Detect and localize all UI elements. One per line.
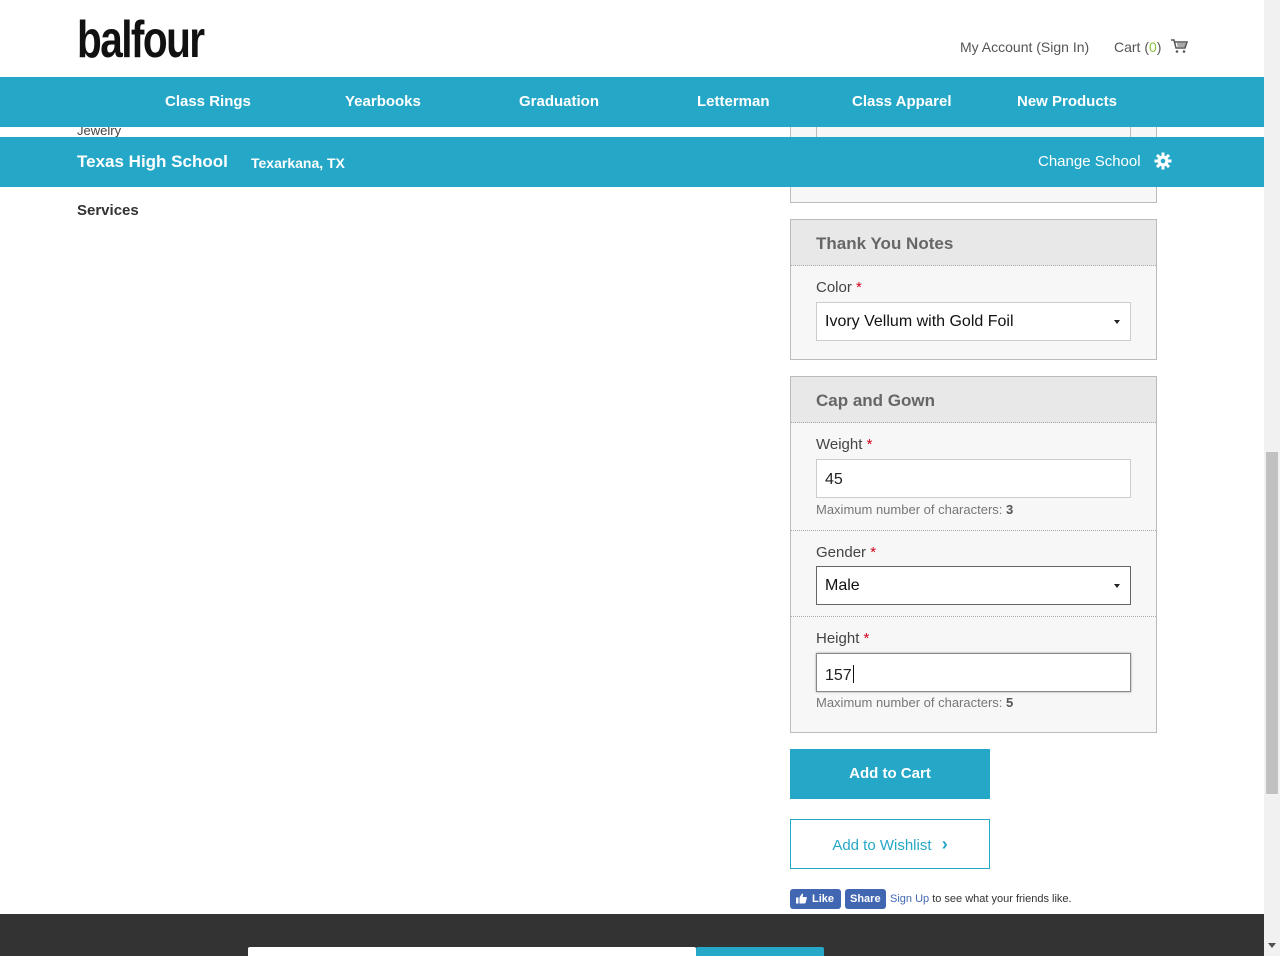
previous-option-input (816, 127, 1131, 137)
my-account-link[interactable]: My Account (Sign In) (960, 39, 1089, 55)
chevron-right-icon: › (941, 834, 948, 854)
nav-new-products[interactable]: New Products (1017, 93, 1117, 110)
color-field: Color * Ivory Vellum with Gold Foil (791, 266, 1156, 359)
weight-input[interactable]: 45 (816, 459, 1131, 498)
gear-icon[interactable] (1154, 152, 1172, 170)
scrollbar-thumb[interactable] (1266, 452, 1278, 794)
left-nav-services[interactable]: Services (77, 202, 139, 219)
gender-selected-value: Male (825, 577, 860, 594)
add-to-wishlist-label: Add to Wishlist (832, 837, 932, 854)
chevron-down-icon (1114, 584, 1120, 588)
required-marker: * (866, 436, 873, 453)
cart-label-close: ) (1156, 39, 1162, 55)
weight-max-chars: 3 (1006, 502, 1014, 517)
text-cursor (852, 665, 854, 683)
facebook-like-button[interactable]: Like (790, 889, 841, 909)
height-max-chars: 5 (1006, 695, 1014, 710)
cap-and-gown-title: Cap and Gown (791, 377, 1156, 423)
top-header: balfour My Account (Sign In) Cart (0) (0, 0, 1264, 77)
facebook-social-rest: to see what your friends like. (929, 893, 1072, 905)
color-selected-value: Ivory Vellum with Gold Foil (825, 313, 1014, 330)
required-marker: * (863, 630, 870, 647)
nav-class-rings[interactable]: Class Rings (165, 93, 251, 110)
facebook-share-button[interactable]: Share (845, 889, 886, 909)
height-label: Height * (816, 630, 870, 647)
thumbs-up-icon (796, 893, 807, 904)
footer (0, 914, 1264, 956)
nav-yearbooks[interactable]: Yearbooks (345, 93, 421, 110)
cap-and-gown-panel: Cap and Gown Weight * 45 Maximum number … (790, 376, 1157, 733)
gender-label: Gender * (816, 544, 877, 561)
chevron-down-icon (1114, 320, 1120, 324)
facebook-like-label: Like (812, 893, 835, 905)
school-name: Texas High School (77, 152, 228, 171)
height-field: Height * 157 Maximum number of character… (791, 617, 1156, 732)
color-label: Color * (816, 279, 862, 296)
shopping-cart-icon[interactable] (1170, 38, 1188, 54)
add-to-wishlist-button[interactable]: Add to Wishlist › (790, 819, 990, 869)
thank-you-notes-title: Thank You Notes (791, 220, 1156, 266)
required-marker: * (856, 279, 862, 296)
color-select[interactable]: Ivory Vellum with Gold Foil (816, 302, 1131, 341)
vertical-scrollbar[interactable] (1264, 0, 1280, 956)
add-to-cart-button[interactable]: Add to Cart (790, 749, 990, 799)
gender-select[interactable]: Male (816, 566, 1131, 605)
facebook-social-text: Sign Up to see what your friends like. (890, 893, 1072, 905)
cart-count: 0 (1149, 39, 1157, 55)
cart-label: Cart ( (1114, 39, 1149, 55)
cart-link[interactable]: Cart (0) (1114, 39, 1161, 55)
nav-letterman[interactable]: Letterman (697, 93, 770, 110)
height-input-value: 157 (825, 667, 852, 684)
main-nav: Class Rings Yearbooks Graduation Letterm… (0, 77, 1264, 127)
required-marker: * (870, 544, 877, 561)
height-input[interactable]: 157 (816, 653, 1131, 692)
height-hint: Maximum number of characters: 5 (816, 695, 1014, 710)
balfour-logo[interactable]: balfour (77, 14, 205, 66)
school-bar: Texas High School Texarkana, TX Change S… (0, 137, 1264, 187)
school-location: Texarkana, TX (251, 155, 345, 171)
nav-graduation[interactable]: Graduation (519, 93, 599, 110)
facebook-signup-link[interactable]: Sign Up (890, 893, 929, 905)
footer-email-input[interactable] (248, 947, 696, 956)
nav-class-apparel[interactable]: Class Apparel (852, 93, 952, 110)
gender-field: Gender * Male (791, 531, 1156, 617)
weight-label: Weight * (816, 436, 873, 453)
change-school-link[interactable]: Change School (1038, 153, 1141, 170)
thank-you-notes-panel: Thank You Notes Color * Ivory Vellum wit… (790, 219, 1157, 360)
weight-field: Weight * 45 Maximum number of characters… (791, 423, 1156, 531)
scroll-down-arrow-icon[interactable] (1268, 943, 1276, 948)
page: balfour My Account (Sign In) Cart (0) Je… (0, 0, 1264, 956)
footer-submit-button[interactable] (696, 947, 824, 956)
weight-hint: Maximum number of characters: 3 (816, 502, 1014, 517)
